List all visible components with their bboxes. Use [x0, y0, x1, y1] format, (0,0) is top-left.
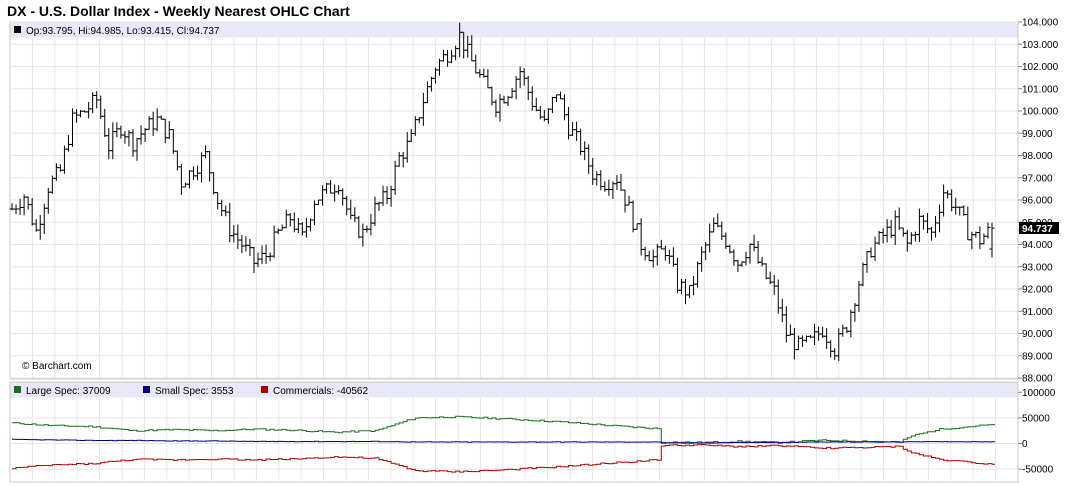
price-tick-label: 97.000: [1022, 173, 1053, 184]
price-tick-label: 90.000: [1022, 329, 1053, 340]
cot-tick-label: -50000: [1022, 465, 1054, 476]
cot-tick-label: 100000: [1022, 388, 1056, 399]
last-price-label: 94.737: [1022, 224, 1053, 235]
price-tick-label: 99.000: [1022, 129, 1053, 140]
cot-axis: 100000 50000 0 -50000: [1018, 388, 1056, 476]
cot-tick-label: 0: [1022, 439, 1028, 450]
chart-canvas: 104.000 103.000 102.000 101.000 100.000 99.00…: [9, 18, 1059, 483]
price-tick-label: 89.000: [1022, 351, 1053, 362]
legend-label-small-spec: Small Spec: 3553: [155, 386, 234, 397]
price-tick-label: 98.000: [1022, 151, 1053, 162]
legend-label-commercials: Commercials: -40562: [273, 386, 368, 397]
price-axis: 104.000 103.000 102.000 101.000 100.000 99.00…: [1018, 18, 1059, 385]
chart-page: DX - U.S. Dollar Index - Weekly Nearest …: [0, 0, 1069, 486]
price-tick-label: 91.000: [1022, 307, 1053, 318]
price-tick-label: 88.000: [1022, 374, 1053, 385]
price-tick-label: 103.000: [1022, 40, 1059, 51]
price-tick-label: 100.000: [1022, 107, 1059, 118]
legend-label-large-spec: Large Spec: 37009: [26, 386, 111, 397]
ohlc-readout: Op:93.795, Hi:94.985, Lo:93.415, Cl:94.7…: [26, 26, 220, 37]
price-tick-label: 101.000: [1022, 84, 1059, 95]
price-tick-label: 93.000: [1022, 262, 1053, 273]
cot-tick-label: 50000: [1022, 413, 1050, 424]
price-tick-label: 94.000: [1022, 240, 1053, 251]
watermark: © Barchart.com: [22, 361, 92, 372]
legend-swatch-large-spec: [14, 386, 21, 393]
price-tick-label: 92.000: [1022, 285, 1053, 296]
price-tick-label: 102.000: [1022, 62, 1059, 73]
legend-swatch-small-spec: [143, 386, 150, 393]
ohlc-marker-icon: [14, 26, 21, 33]
legend-swatch-commercials: [261, 386, 268, 393]
cot-legend: Large Spec: 37009 Small Spec: 3553 Comme…: [14, 386, 368, 397]
price-tick-label: 104.000: [1022, 18, 1059, 29]
price-tick-label: 96.000: [1022, 196, 1053, 207]
